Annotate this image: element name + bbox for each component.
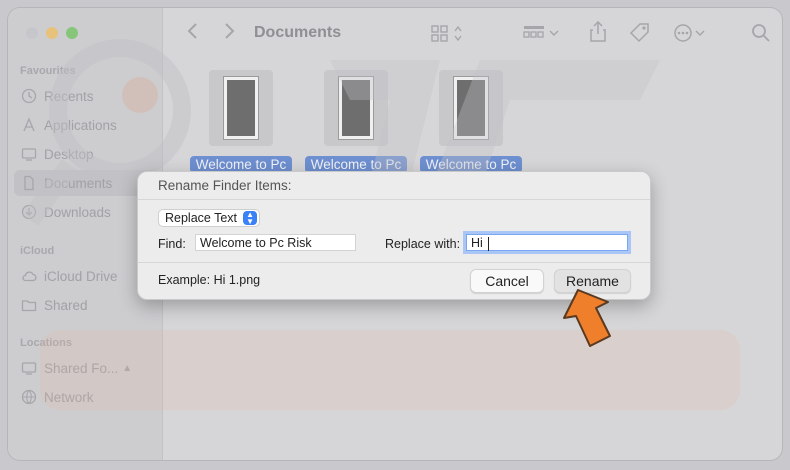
sidebar-item-desktop[interactable]: Desktop bbox=[14, 141, 156, 167]
minimize-window-button[interactable] bbox=[46, 27, 58, 39]
sidebar-item-label: Shared bbox=[44, 297, 88, 313]
find-label: Find: bbox=[158, 237, 186, 251]
sidebar-item-downloads[interactable]: Downloads bbox=[14, 199, 156, 225]
cloud-icon bbox=[14, 268, 44, 284]
text-caret bbox=[488, 237, 489, 251]
icon-view-icon[interactable] bbox=[431, 24, 467, 42]
file-item[interactable]: Welcome to Pc bbox=[299, 70, 413, 173]
find-field[interactable]: Welcome to Pc Risk bbox=[195, 234, 356, 251]
sidebar-item-label: Desktop bbox=[44, 146, 94, 162]
search-icon[interactable] bbox=[751, 23, 771, 43]
cancel-button[interactable]: Cancel bbox=[470, 269, 544, 293]
sidebar-item-label: Recents bbox=[44, 88, 94, 104]
sidebar-item-shared-folder[interactable]: Shared Fo... ▲ bbox=[14, 355, 156, 381]
sidebar-item-label: Network bbox=[44, 389, 94, 405]
document-icon bbox=[14, 175, 44, 191]
shared-folder-icon bbox=[14, 297, 44, 313]
sidebar-item-label: Shared Fo... bbox=[44, 360, 119, 376]
sidebar-item-icloud-drive[interactable]: iCloud Drive bbox=[14, 263, 156, 289]
more-actions-icon[interactable] bbox=[673, 23, 707, 43]
file-thumbnail bbox=[324, 70, 388, 146]
toolbar: Documents bbox=[163, 8, 782, 60]
pointer-arrow-icon bbox=[563, 289, 611, 347]
image-icon bbox=[224, 77, 258, 139]
sidebar-item-shared[interactable]: Shared bbox=[14, 292, 156, 318]
chevron-updown-icon: ▲ ▼ bbox=[243, 211, 258, 226]
sidebar-item-recents[interactable]: Recents bbox=[14, 83, 156, 109]
tag-icon[interactable] bbox=[629, 22, 651, 44]
sidebar-item-label: Documents bbox=[44, 175, 113, 191]
zoom-window-button[interactable] bbox=[66, 27, 78, 39]
rename-mode-value: Replace Text bbox=[165, 211, 238, 225]
sidebar-section-locations: Locations bbox=[20, 337, 72, 349]
sidebar-item-label: Downloads bbox=[44, 204, 111, 220]
divider bbox=[138, 199, 650, 200]
close-window-button[interactable] bbox=[26, 27, 38, 39]
forward-icon[interactable] bbox=[223, 22, 235, 40]
applications-icon bbox=[14, 117, 44, 133]
sidebar-item-documents[interactable]: Documents bbox=[14, 170, 156, 196]
file-item[interactable]: Welcome to Pc bbox=[414, 70, 528, 173]
example-text: Example: Hi 1.png bbox=[158, 273, 261, 287]
monitor-icon bbox=[14, 360, 44, 376]
window-title: Documents bbox=[254, 24, 342, 41]
eject-icon[interactable]: ▲ bbox=[122, 363, 132, 374]
group-icon[interactable] bbox=[523, 24, 563, 42]
dialog-title: Rename Finder Items: bbox=[158, 178, 292, 193]
file-thumbnail bbox=[439, 70, 503, 146]
sidebar-item-label: iCloud Drive bbox=[44, 268, 118, 284]
download-icon bbox=[14, 204, 44, 220]
sidebar-item-network[interactable]: Network bbox=[14, 384, 156, 410]
replace-field[interactable]: Hi bbox=[466, 234, 628, 251]
desktop-icon bbox=[14, 146, 44, 162]
divider bbox=[138, 262, 650, 263]
sidebar-section-favourites: Favourites bbox=[20, 65, 76, 77]
network-icon bbox=[14, 389, 44, 405]
file-thumbnail bbox=[209, 70, 273, 146]
rename-dialog: Rename Finder Items: Replace Text ▲ ▼ Fin… bbox=[137, 171, 651, 300]
sidebar-item-applications[interactable]: Applications bbox=[14, 112, 156, 138]
file-item[interactable]: Welcome to Pc bbox=[184, 70, 298, 173]
share-icon[interactable] bbox=[589, 21, 607, 43]
sidebar-item-label: Applications bbox=[44, 117, 117, 133]
back-icon[interactable] bbox=[187, 22, 199, 40]
replace-label: Replace with: bbox=[385, 237, 461, 251]
image-icon bbox=[454, 77, 488, 139]
sidebar-section-icloud: iCloud bbox=[20, 245, 55, 257]
image-icon bbox=[339, 77, 373, 139]
rename-mode-select[interactable]: Replace Text ▲ ▼ bbox=[158, 209, 261, 227]
clock-icon bbox=[14, 88, 44, 104]
